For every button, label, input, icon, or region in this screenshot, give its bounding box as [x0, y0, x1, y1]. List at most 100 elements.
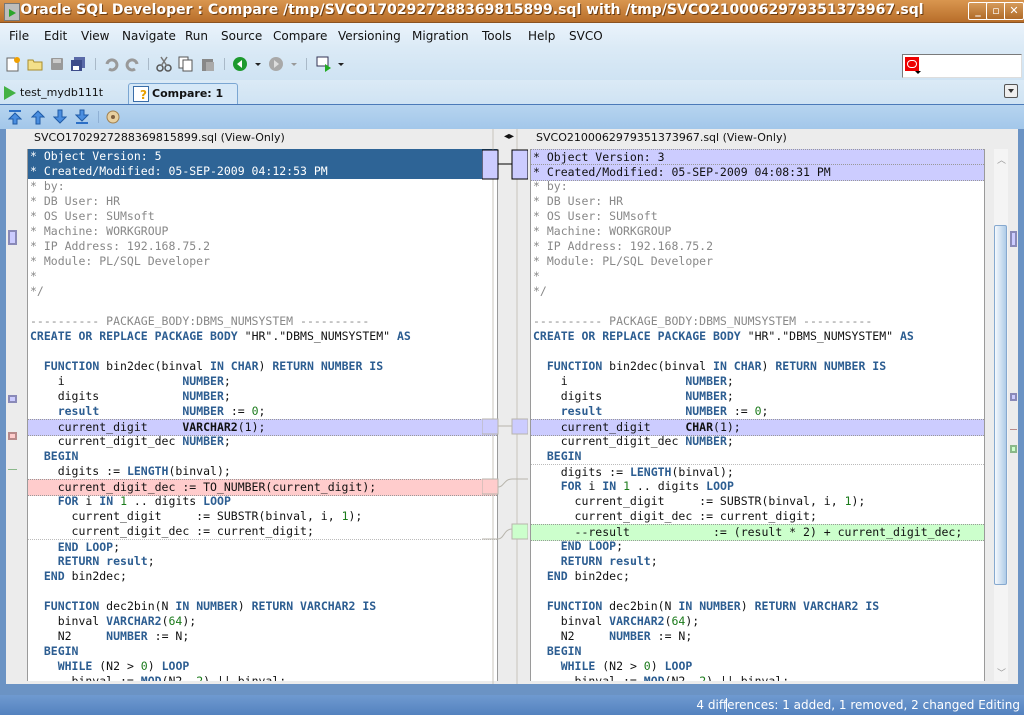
tab-compare-1[interactable]: ? Compare: 1 — [128, 83, 238, 104]
right-code-line: END bin2dec; — [546, 569, 630, 583]
left-code-line: * Created/Modified: 05-SEP-2009 04:12:53… — [28, 164, 497, 179]
vertical-scrollbar[interactable]: ︿ ﹀ — [994, 149, 1008, 681]
right-code-line — [531, 299, 984, 314]
removed-marker[interactable] — [8, 432, 17, 440]
added-marker[interactable] — [8, 469, 17, 470]
left-code-line: * Object Version: 5 — [28, 149, 497, 164]
left-code-line: */ — [30, 284, 44, 298]
menu-tools[interactable]: Tools — [482, 29, 512, 43]
undo-icon[interactable] — [103, 56, 119, 72]
menu-help[interactable]: Help — [528, 29, 555, 43]
search-dropdown-icon[interactable] — [915, 71, 921, 74]
menu-view[interactable]: View — [81, 29, 109, 43]
scrollbar-thumb[interactable] — [994, 225, 1007, 585]
left-code-line: binval VARCHAR2(64); — [30, 614, 197, 628]
new-file-icon[interactable] — [5, 56, 21, 72]
cut-icon[interactable] — [156, 56, 172, 72]
left-code-line — [28, 299, 497, 314]
added-marker[interactable] — [1010, 445, 1017, 453]
main-toolbar — [0, 48, 1024, 80]
paste-icon[interactable] — [200, 56, 216, 72]
scroll-up-icon[interactable]: ︿ — [997, 153, 1006, 166]
copy-icon[interactable] — [178, 56, 194, 72]
save-icon[interactable] — [49, 56, 65, 72]
window-title: Oracle SQL Developer : Compare /tmp/SVCO… — [20, 2, 924, 18]
right-code-line: i NUMBER; — [533, 374, 734, 388]
close-button[interactable]: ✕ — [1004, 2, 1024, 20]
right-file-header: SVCO2100062979351373967.sql (View-Only) — [536, 131, 787, 144]
right-code-line — [531, 584, 984, 599]
toolbar-separator — [224, 58, 225, 70]
back-icon[interactable] — [232, 56, 248, 72]
right-code-line: current_digit := SUBSTR(binval, i, 1); — [533, 494, 866, 508]
left-code-line: FUNCTION dec2bin(N IN NUMBER) RETURN VAR… — [43, 599, 377, 613]
left-code-line: CREATE OR REPLACE PACKAGE BODY "HR"."DBM… — [30, 329, 411, 343]
menu-bar: File Edit View Navigate Run Source Compa… — [0, 23, 1024, 48]
connector-block — [482, 149, 499, 180]
left-code-line: current_digit_dec NUMBER; — [30, 434, 231, 448]
right-code-line: * DB User: HR — [533, 194, 624, 208]
scroll-down-icon[interactable]: ﹀ — [997, 666, 1006, 679]
right-code-line: * Machine: WORKGROUP — [533, 224, 672, 238]
left-code-line: N2 NUMBER := N; — [30, 629, 190, 643]
right-code-line: WHILE (N2 > 0) LOOP — [560, 659, 693, 673]
left-code-line: BEGIN — [43, 644, 79, 658]
maximize-button[interactable]: ▫ — [986, 2, 1006, 20]
right-code-line: digits NUMBER; — [533, 389, 734, 403]
right-code-line: * Module: PL/SQL Developer — [533, 254, 714, 268]
next-difference-icon[interactable] — [53, 109, 67, 125]
last-difference-icon[interactable] — [75, 109, 89, 125]
oracle-logo-icon — [905, 57, 919, 71]
first-difference-icon[interactable] — [8, 109, 22, 125]
search-input[interactable] — [902, 54, 1022, 78]
connector-line — [497, 478, 528, 488]
back-dropdown-icon[interactable] — [255, 63, 261, 66]
redo-icon[interactable] — [125, 56, 141, 72]
left-code-line — [28, 584, 497, 599]
toolbar-separator — [98, 111, 99, 123]
right-code-line: * — [533, 269, 540, 283]
merge-icon[interactable] — [106, 109, 120, 125]
right-code-line: ---------- PACKAGE_BODY:DBMS_NUMSYSTEM -… — [533, 314, 873, 328]
menu-svco[interactable]: SVCO — [569, 29, 603, 43]
minimize-button[interactable]: _ — [968, 2, 988, 20]
left-editor[interactable]: * Object Version: 5 * Created/Modified: 0… — [27, 149, 498, 681]
right-code-line: binval VARCHAR2(64); — [533, 614, 700, 628]
save-all-icon[interactable] — [70, 56, 86, 72]
menu-file[interactable]: File — [9, 29, 29, 43]
change-marker[interactable] — [8, 395, 17, 403]
right-code-line: BEGIN — [546, 449, 582, 463]
forward-icon[interactable] — [268, 56, 284, 72]
menu-run[interactable]: Run — [185, 29, 208, 43]
sql-worksheet-dropdown-icon[interactable] — [338, 63, 344, 66]
change-marker[interactable] — [1010, 231, 1017, 247]
toolbar-separator — [306, 58, 307, 70]
left-code-line: FOR i IN 1 .. digits LOOP — [57, 494, 231, 508]
diff-summary-status: 4 differences: 1 added, 1 removed, 2 cha… — [696, 698, 1020, 712]
menu-navigate[interactable]: Navigate — [122, 29, 176, 43]
toolbar-separator — [95, 58, 96, 70]
left-code-line: END bin2dec; — [43, 569, 127, 583]
menu-compare[interactable]: Compare — [273, 29, 327, 43]
tab-list-dropdown-icon[interactable] — [1004, 84, 1018, 98]
status-bar: 4 differences: 1 added, 1 removed, 2 cha… — [0, 695, 1024, 715]
left-code-line: * Module: PL/SQL Developer — [30, 254, 211, 268]
right-editor[interactable]: * Object Version: 3 * Created/Modified: 0… — [530, 149, 985, 681]
open-folder-icon[interactable] — [27, 56, 43, 72]
right-overview-ruler — [1010, 149, 1018, 681]
previous-difference-icon[interactable] — [31, 109, 45, 125]
menu-source[interactable]: Source — [221, 29, 262, 43]
change-marker[interactable] — [8, 230, 17, 245]
toolbar-separator — [148, 58, 149, 70]
forward-dropdown-icon[interactable] — [291, 63, 297, 66]
right-code-line: N2 NUMBER := N; — [533, 629, 693, 643]
menu-edit[interactable]: Edit — [44, 29, 67, 43]
tab-test-mydb111t[interactable]: test_mydb111t — [4, 83, 124, 103]
menu-versioning[interactable]: Versioning — [338, 29, 401, 43]
menu-migration[interactable]: Migration — [412, 29, 469, 43]
connector-block — [511, 149, 528, 180]
sql-worksheet-icon[interactable] — [316, 56, 332, 72]
right-code-line: binval := MOD(N2, 2) || binval; — [533, 674, 790, 681]
change-marker[interactable] — [1010, 393, 1017, 401]
removed-marker[interactable] — [1010, 429, 1017, 430]
